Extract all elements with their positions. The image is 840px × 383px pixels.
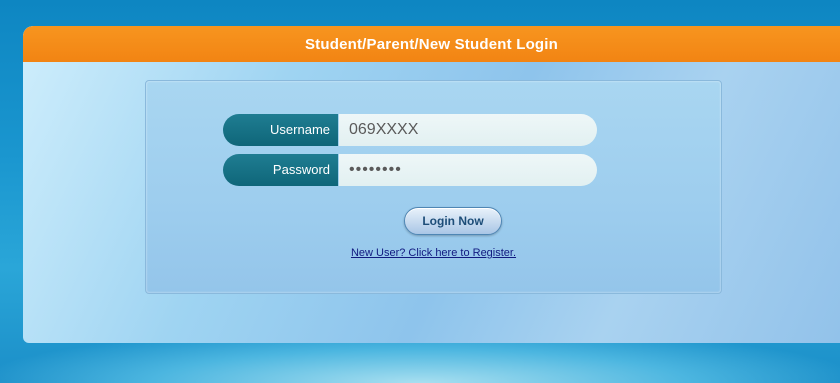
register-link[interactable]: New User? Click here to Register. [146, 247, 721, 259]
password-row: Password [223, 154, 597, 186]
page-title: Student/Parent/New Student Login [304, 35, 559, 53]
username-label: Username [223, 114, 338, 146]
header-bar: Student/Parent/New Student Login [23, 26, 840, 62]
login-button[interactable]: Login Now [404, 207, 502, 235]
login-form-box: Username Password Login Now New User? Cl… [145, 80, 722, 294]
password-input[interactable] [339, 154, 597, 186]
password-label: Password [223, 154, 338, 186]
username-row: Username [223, 114, 597, 146]
username-input[interactable] [339, 114, 597, 146]
login-panel: Student/Parent/New Student Login Usernam… [23, 26, 840, 343]
